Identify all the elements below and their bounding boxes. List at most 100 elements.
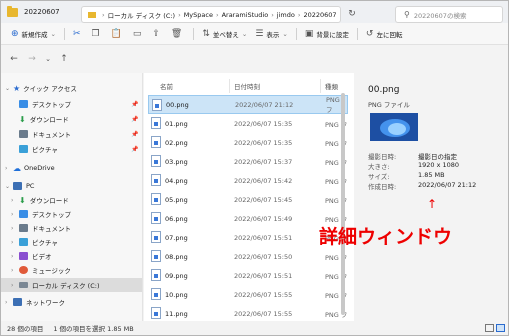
file-date: 2022/06/07 15:51 bbox=[234, 233, 293, 242]
recent-chevron-icon[interactable]: ⌄ bbox=[41, 55, 55, 63]
file-date: 2022/06/07 15:35 bbox=[234, 119, 293, 128]
scrollbar[interactable] bbox=[341, 93, 345, 315]
forward-icon[interactable]: → bbox=[25, 54, 39, 64]
download-icon: ⬇ bbox=[19, 195, 26, 205]
nav-pc[interactable]: ⌄ PC bbox=[5, 179, 34, 193]
nav-quick-access[interactable]: ⌄ ★ クイック アクセス bbox=[5, 81, 77, 95]
nav-pc-downloads[interactable]: › ⬇ ダウンロード bbox=[11, 193, 69, 207]
desktop-icon bbox=[19, 210, 28, 218]
pictures-icon bbox=[19, 238, 28, 246]
file-name: 05.png bbox=[165, 195, 188, 204]
file-row[interactable]: 05.png 2022/06/07 15:45 PNG フ bbox=[148, 190, 348, 209]
nav-pc-desktop[interactable]: › デスクトップ bbox=[11, 207, 71, 221]
nav-label: ダウンロード bbox=[29, 116, 69, 124]
column-label: 種類 bbox=[325, 83, 338, 91]
nav-item-downloads[interactable]: ⬇ ダウンロード bbox=[19, 112, 69, 126]
png-file-icon bbox=[151, 307, 161, 319]
pin-icon: 📌 bbox=[131, 101, 139, 108]
file-row[interactable]: 02.png 2022/06/07 15:35 PNG フ bbox=[148, 133, 348, 152]
file-row[interactable]: 04.png 2022/06/07 15:42 PNG フ bbox=[148, 171, 348, 190]
chevron-right-icon: › bbox=[11, 224, 14, 232]
column-label: 名前 bbox=[160, 83, 173, 91]
nav-label: ダウンロード bbox=[29, 197, 69, 205]
column-header-name[interactable]: 名前 bbox=[160, 79, 173, 93]
png-file-icon bbox=[152, 99, 162, 111]
sort-button[interactable]: ⇅ 並べ替え ⌄ bbox=[198, 25, 251, 43]
view-button[interactable]: ☰ 表示 ⌄ bbox=[251, 25, 292, 43]
rotate-left-button[interactable]: ↺ 左に回転 bbox=[362, 25, 407, 43]
nav-item-documents[interactable]: ドキュメント bbox=[19, 127, 71, 141]
search-input[interactable]: ⚲ 20220607の検索 bbox=[395, 6, 503, 23]
nav-network[interactable]: › ネットワーク bbox=[5, 295, 65, 309]
png-file-icon bbox=[151, 155, 161, 167]
details-view-icon[interactable] bbox=[485, 324, 494, 332]
folder-icon bbox=[88, 11, 96, 18]
details-file-name: 00.png bbox=[368, 85, 400, 95]
file-name: 02.png bbox=[165, 138, 188, 147]
details-prop-value[interactable]: 撮影日の指定 bbox=[418, 151, 457, 161]
file-date: 2022/06/07 15:55 bbox=[234, 290, 293, 299]
nav-item-pictures[interactable]: ピクチャ bbox=[19, 142, 58, 156]
divider bbox=[64, 27, 65, 40]
png-file-icon bbox=[151, 117, 161, 129]
file-row[interactable]: 01.png 2022/06/07 15:35 PNG フ bbox=[148, 114, 348, 133]
nav-pc-documents[interactable]: › ドキュメント bbox=[11, 221, 71, 235]
breadcrumb-separator: › bbox=[102, 10, 105, 19]
delete-button[interactable]: 🗑 bbox=[167, 25, 189, 43]
chevron-right-icon: › bbox=[5, 164, 8, 172]
nav-pc-pictures[interactable]: › ピクチャ bbox=[11, 235, 58, 249]
address-bar[interactable]: › ローカル ディスク (C:) › MySpace › AraramiStud… bbox=[81, 6, 341, 23]
cut-button[interactable]: ✂ bbox=[69, 25, 88, 43]
nav-item-desktop[interactable]: デスクトップ bbox=[19, 97, 71, 111]
breadcrumb-item[interactable]: jimdo bbox=[277, 11, 295, 19]
column-divider[interactable] bbox=[229, 79, 230, 93]
breadcrumb-item[interactable]: MySpace bbox=[184, 11, 213, 19]
nav-label: OneDrive bbox=[24, 164, 55, 172]
plus-icon: ⊕ bbox=[11, 28, 19, 39]
breadcrumb-item[interactable]: ローカル ディスク (C:) bbox=[108, 10, 175, 20]
trash-icon: 🗑 bbox=[170, 28, 183, 39]
nav-label: ドキュメント bbox=[32, 225, 71, 233]
file-row[interactable]: 06.png 2022/06/07 15:49 PNG フ bbox=[148, 209, 348, 228]
file-name: 09.png bbox=[165, 271, 188, 280]
nav-pc-videos[interactable]: › ビデオ bbox=[11, 249, 52, 263]
pin-icon: 📌 bbox=[131, 131, 139, 138]
nav-pc-music[interactable]: › ミュージック bbox=[11, 263, 71, 277]
file-row[interactable]: 07.png 2022/06/07 15:51 PNG フ bbox=[148, 228, 348, 247]
file-date: 2022/06/07 15:51 bbox=[234, 271, 293, 280]
new-button[interactable]: ⊕ 新規作成 ⌄ bbox=[7, 25, 60, 43]
file-date: 2022/06/07 15:49 bbox=[234, 214, 293, 223]
back-icon[interactable]: ← bbox=[7, 54, 21, 64]
share-icon: ⇪ bbox=[152, 28, 160, 39]
rename-button[interactable]: ▭ bbox=[129, 25, 149, 43]
png-file-icon bbox=[151, 174, 161, 186]
column-header-type[interactable]: 種類 bbox=[325, 79, 338, 93]
share-button[interactable]: ⇪ bbox=[148, 25, 167, 43]
up-icon[interactable]: ↑ bbox=[57, 54, 71, 64]
nav-label: ネットワーク bbox=[26, 299, 65, 307]
file-name: 06.png bbox=[165, 214, 188, 223]
chevron-down-icon: ⌄ bbox=[5, 182, 11, 190]
nav-onedrive[interactable]: › ☁ OneDrive bbox=[5, 161, 55, 175]
refresh-icon[interactable]: ↻ bbox=[345, 6, 359, 23]
nav-pc-local-disk[interactable]: › ローカル ディスク (C:) bbox=[1, 278, 142, 292]
file-row[interactable]: 09.png 2022/06/07 15:51 PNG フ bbox=[148, 266, 348, 285]
breadcrumb-item[interactable]: 20220607 bbox=[303, 11, 336, 19]
file-name: 01.png bbox=[165, 119, 188, 128]
file-row[interactable]: 08.png 2022/06/07 15:50 PNG フ bbox=[148, 247, 348, 266]
document-icon bbox=[19, 130, 28, 138]
copy-button[interactable]: ❐ bbox=[88, 25, 107, 43]
column-header-date[interactable]: 日付時刻 bbox=[234, 79, 260, 93]
paste-button[interactable]: 📋 bbox=[107, 25, 129, 43]
breadcrumb-item[interactable]: AraramiStudio bbox=[222, 11, 269, 19]
thumbnail-view-icon[interactable] bbox=[496, 324, 505, 332]
file-row[interactable]: 10.png 2022/06/07 15:55 PNG フ bbox=[148, 285, 348, 304]
command-bar: ⊕ 新規作成 ⌄ ✂ ❐ 📋 ▭ ⇪ 🗑 ⇅ 並べ替え ⌄ ☰ 表示 ⌄ ▣ 背… bbox=[1, 23, 508, 45]
file-row[interactable]: 03.png 2022/06/07 15:37 PNG フ bbox=[148, 152, 348, 171]
details-prop-label: 大きさ: bbox=[368, 163, 390, 171]
details-prop-value: 1920 x 1080 bbox=[418, 161, 460, 169]
column-divider[interactable] bbox=[320, 79, 321, 93]
set-background-button[interactable]: ▣ 背景に設定 bbox=[301, 25, 353, 43]
file-row[interactable]: 00.png 2022/06/07 21:12 PNG フ bbox=[148, 95, 348, 114]
png-file-icon bbox=[151, 231, 161, 243]
